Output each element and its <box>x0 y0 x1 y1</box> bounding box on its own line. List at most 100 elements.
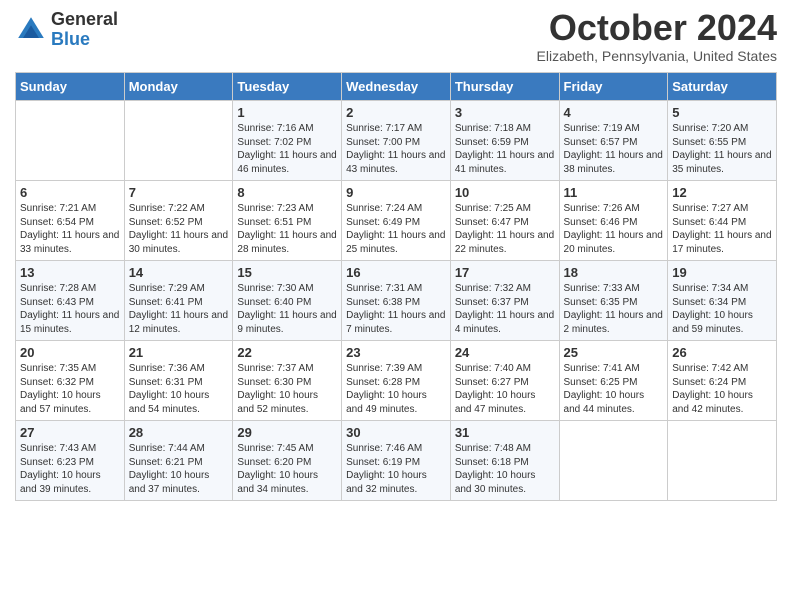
day-number: 15 <box>237 265 337 280</box>
day-number: 1 <box>237 105 337 120</box>
header-tuesday: Tuesday <box>233 73 342 101</box>
day-number: 30 <box>346 425 446 440</box>
day-number: 21 <box>129 345 229 360</box>
calendar-cell: 3 Sunrise: 7:18 AM Sunset: 6:59 PM Daylig… <box>450 101 559 181</box>
calendar-cell: 7 Sunrise: 7:22 AM Sunset: 6:52 PM Daylig… <box>124 181 233 261</box>
calendar-cell: 31 Sunrise: 7:48 AM Sunset: 6:18 PM Dayli… <box>450 421 559 501</box>
day-info: Sunrise: 7:48 AM Sunset: 6:18 PM Dayligh… <box>455 442 555 496</box>
day-info: Sunrise: 7:43 AM Sunset: 6:23 PM Dayligh… <box>20 442 120 496</box>
calendar-cell: 18 Sunrise: 7:33 AM Sunset: 6:35 PM Dayli… <box>559 261 668 341</box>
calendar-week-1: 1Sunrise: 7:16 AM Sunset: 7:02 PM Daylig… <box>16 101 777 181</box>
calendar-cell: 20 Sunrise: 7:35 AM Sunset: 6:32 PM Dayli… <box>16 341 125 421</box>
day-info: Sunrise: 7:30 AM Sunset: 6:40 PM Dayligh… <box>237 282 337 336</box>
day-info: Sunrise: 7:28 AM Sunset: 6:43 PM Dayligh… <box>20 282 120 336</box>
day-info: Sunrise: 7:25 AM Sunset: 6:47 PM Dayligh… <box>455 202 555 256</box>
calendar-week-4: 20 Sunrise: 7:35 AM Sunset: 6:32 PM Dayli… <box>16 341 777 421</box>
day-number: 25 <box>564 345 664 360</box>
calendar-week-2: 6 Sunrise: 7:21 AM Sunset: 6:54 PM Daylig… <box>16 181 777 261</box>
day-info: Sunrise: 7:40 AM Sunset: 6:27 PM Dayligh… <box>455 362 555 416</box>
day-number: 29 <box>237 425 337 440</box>
title-area: October 2024 Elizabeth, Pennsylvania, Un… <box>537 10 777 64</box>
calendar-cell: 13 Sunrise: 7:28 AM Sunset: 6:43 PM Dayli… <box>16 261 125 341</box>
day-info: Sunrise: 7:26 AM Sunset: 6:46 PM Dayligh… <box>564 202 664 256</box>
calendar-cell: 1Sunrise: 7:16 AM Sunset: 7:02 PM Daylig… <box>233 101 342 181</box>
day-number: 11 <box>564 185 664 200</box>
day-info: Sunrise: 7:24 AM Sunset: 6:49 PM Dayligh… <box>346 202 446 256</box>
calendar-cell: 5Sunrise: 7:20 AM Sunset: 6:55 PM Daylig… <box>668 101 777 181</box>
calendar-cell: 10 Sunrise: 7:25 AM Sunset: 6:47 PM Dayli… <box>450 181 559 261</box>
day-info: Sunrise: 7:22 AM Sunset: 6:52 PM Dayligh… <box>129 202 229 256</box>
calendar-cell <box>559 421 668 501</box>
day-info: Sunrise: 7:45 AM Sunset: 6:20 PM Dayligh… <box>237 442 337 496</box>
day-info: Sunrise: 7:37 AM Sunset: 6:30 PM Dayligh… <box>237 362 337 416</box>
day-info: Sunrise: 7:36 AM Sunset: 6:31 PM Dayligh… <box>129 362 229 416</box>
calendar-table: SundayMondayTuesdayWednesdayThursdayFrid… <box>15 72 777 501</box>
day-info: Sunrise: 7:34 AM Sunset: 6:34 PM Dayligh… <box>672 282 772 336</box>
calendar-week-5: 27 Sunrise: 7:43 AM Sunset: 6:23 PM Dayli… <box>16 421 777 501</box>
day-number: 20 <box>20 345 120 360</box>
header-thursday: Thursday <box>450 73 559 101</box>
calendar-cell <box>124 101 233 181</box>
calendar-header-row: SundayMondayTuesdayWednesdayThursdayFrid… <box>16 73 777 101</box>
day-number: 3 <box>455 105 555 120</box>
calendar-cell: 12Sunrise: 7:27 AM Sunset: 6:44 PM Dayli… <box>668 181 777 261</box>
header-wednesday: Wednesday <box>342 73 451 101</box>
calendar-cell: 23 Sunrise: 7:39 AM Sunset: 6:28 PM Dayli… <box>342 341 451 421</box>
calendar-cell: 16Sunrise: 7:31 AM Sunset: 6:38 PM Dayli… <box>342 261 451 341</box>
calendar-cell: 29 Sunrise: 7:45 AM Sunset: 6:20 PM Dayli… <box>233 421 342 501</box>
calendar-cell: 19 Sunrise: 7:34 AM Sunset: 6:34 PM Dayli… <box>668 261 777 341</box>
day-info: Sunrise: 7:18 AM Sunset: 6:59 PM Dayligh… <box>455 122 555 176</box>
day-info: Sunrise: 7:41 AM Sunset: 6:25 PM Dayligh… <box>564 362 664 416</box>
calendar-cell: 4Sunrise: 7:19 AM Sunset: 6:57 PM Daylig… <box>559 101 668 181</box>
calendar-cell: 14 Sunrise: 7:29 AM Sunset: 6:41 PM Dayli… <box>124 261 233 341</box>
day-number: 28 <box>129 425 229 440</box>
calendar-cell: 21 Sunrise: 7:36 AM Sunset: 6:31 PM Dayli… <box>124 341 233 421</box>
day-info: Sunrise: 7:35 AM Sunset: 6:32 PM Dayligh… <box>20 362 120 416</box>
logo: General Blue <box>15 10 118 50</box>
day-number: 18 <box>564 265 664 280</box>
header-monday: Monday <box>124 73 233 101</box>
day-info: Sunrise: 7:33 AM Sunset: 6:35 PM Dayligh… <box>564 282 664 336</box>
header-sunday: Sunday <box>16 73 125 101</box>
day-number: 27 <box>20 425 120 440</box>
day-number: 6 <box>20 185 120 200</box>
calendar-cell: 27 Sunrise: 7:43 AM Sunset: 6:23 PM Dayli… <box>16 421 125 501</box>
day-number: 16 <box>346 265 446 280</box>
calendar-cell: 26Sunrise: 7:42 AM Sunset: 6:24 PM Dayli… <box>668 341 777 421</box>
day-number: 26 <box>672 345 772 360</box>
day-number: 17 <box>455 265 555 280</box>
day-info: Sunrise: 7:20 AM Sunset: 6:55 PM Dayligh… <box>672 122 772 176</box>
day-number: 12 <box>672 185 772 200</box>
calendar-cell: 9Sunrise: 7:24 AM Sunset: 6:49 PM Daylig… <box>342 181 451 261</box>
calendar-cell: 2 Sunrise: 7:17 AM Sunset: 7:00 PM Daylig… <box>342 101 451 181</box>
day-info: Sunrise: 7:32 AM Sunset: 6:37 PM Dayligh… <box>455 282 555 336</box>
day-info: Sunrise: 7:46 AM Sunset: 6:19 PM Dayligh… <box>346 442 446 496</box>
logo-general-text: General <box>51 10 118 30</box>
day-info: Sunrise: 7:19 AM Sunset: 6:57 PM Dayligh… <box>564 122 664 176</box>
day-number: 8 <box>237 185 337 200</box>
calendar-cell: 30 Sunrise: 7:46 AM Sunset: 6:19 PM Dayli… <box>342 421 451 501</box>
day-number: 2 <box>346 105 446 120</box>
day-number: 14 <box>129 265 229 280</box>
calendar-cell: 8 Sunrise: 7:23 AM Sunset: 6:51 PM Daylig… <box>233 181 342 261</box>
calendar-cell: 24Sunrise: 7:40 AM Sunset: 6:27 PM Dayli… <box>450 341 559 421</box>
day-info: Sunrise: 7:29 AM Sunset: 6:41 PM Dayligh… <box>129 282 229 336</box>
day-number: 31 <box>455 425 555 440</box>
day-number: 23 <box>346 345 446 360</box>
calendar-cell: 15 Sunrise: 7:30 AM Sunset: 6:40 PM Dayli… <box>233 261 342 341</box>
header-friday: Friday <box>559 73 668 101</box>
day-number: 10 <box>455 185 555 200</box>
day-number: 7 <box>129 185 229 200</box>
day-info: Sunrise: 7:21 AM Sunset: 6:54 PM Dayligh… <box>20 202 120 256</box>
calendar-cell: 6 Sunrise: 7:21 AM Sunset: 6:54 PM Daylig… <box>16 181 125 261</box>
day-number: 13 <box>20 265 120 280</box>
day-number: 19 <box>672 265 772 280</box>
calendar-cell: 28Sunrise: 7:44 AM Sunset: 6:21 PM Dayli… <box>124 421 233 501</box>
calendar-week-3: 13 Sunrise: 7:28 AM Sunset: 6:43 PM Dayli… <box>16 261 777 341</box>
day-info: Sunrise: 7:39 AM Sunset: 6:28 PM Dayligh… <box>346 362 446 416</box>
day-info: Sunrise: 7:17 AM Sunset: 7:00 PM Dayligh… <box>346 122 446 176</box>
day-info: Sunrise: 7:23 AM Sunset: 6:51 PM Dayligh… <box>237 202 337 256</box>
logo-blue-text: Blue <box>51 30 118 50</box>
month-title: October 2024 <box>537 10 777 46</box>
calendar-cell <box>668 421 777 501</box>
